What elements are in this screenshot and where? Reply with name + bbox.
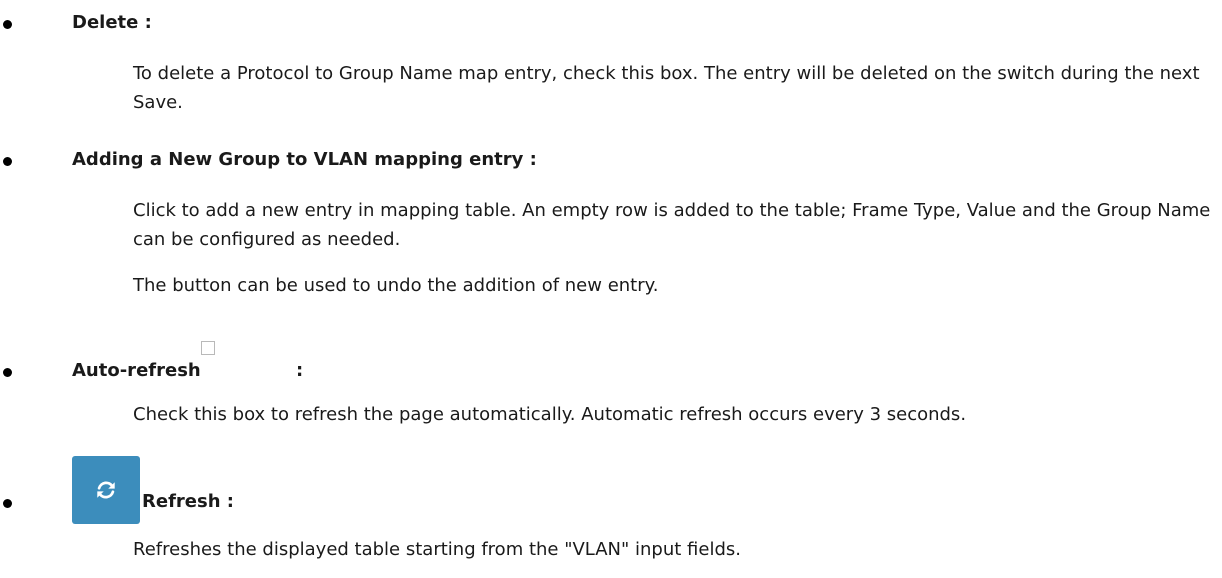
bullet: [3, 499, 12, 508]
help-item-description: To delete a Protocol to Group Name map e…: [133, 63, 1200, 113]
help-item-title: Delete :: [72, 12, 152, 33]
refresh-icon: [97, 481, 115, 499]
help-item-description: Click to add a new entry in mapping tabl…: [133, 200, 1211, 250]
help-item-title: Refresh :: [142, 491, 234, 512]
help-item-description: The button can be used to undo the addit…: [133, 275, 659, 296]
help-item-description: Refreshes the displayed table starting f…: [133, 539, 741, 560]
refresh-button[interactable]: [72, 456, 140, 524]
auto-refresh-checkbox[interactable]: [201, 341, 215, 355]
bullet: [3, 157, 12, 166]
help-item-description: Check this box to refresh the page autom…: [133, 404, 967, 425]
bullet: [3, 20, 12, 29]
help-item-title: Adding a New Group to VLAN mapping entry…: [72, 149, 537, 170]
bullet: [3, 368, 12, 377]
help-item-title: Auto-refresh: [72, 360, 201, 381]
help-item-title-colon: :: [296, 360, 304, 381]
